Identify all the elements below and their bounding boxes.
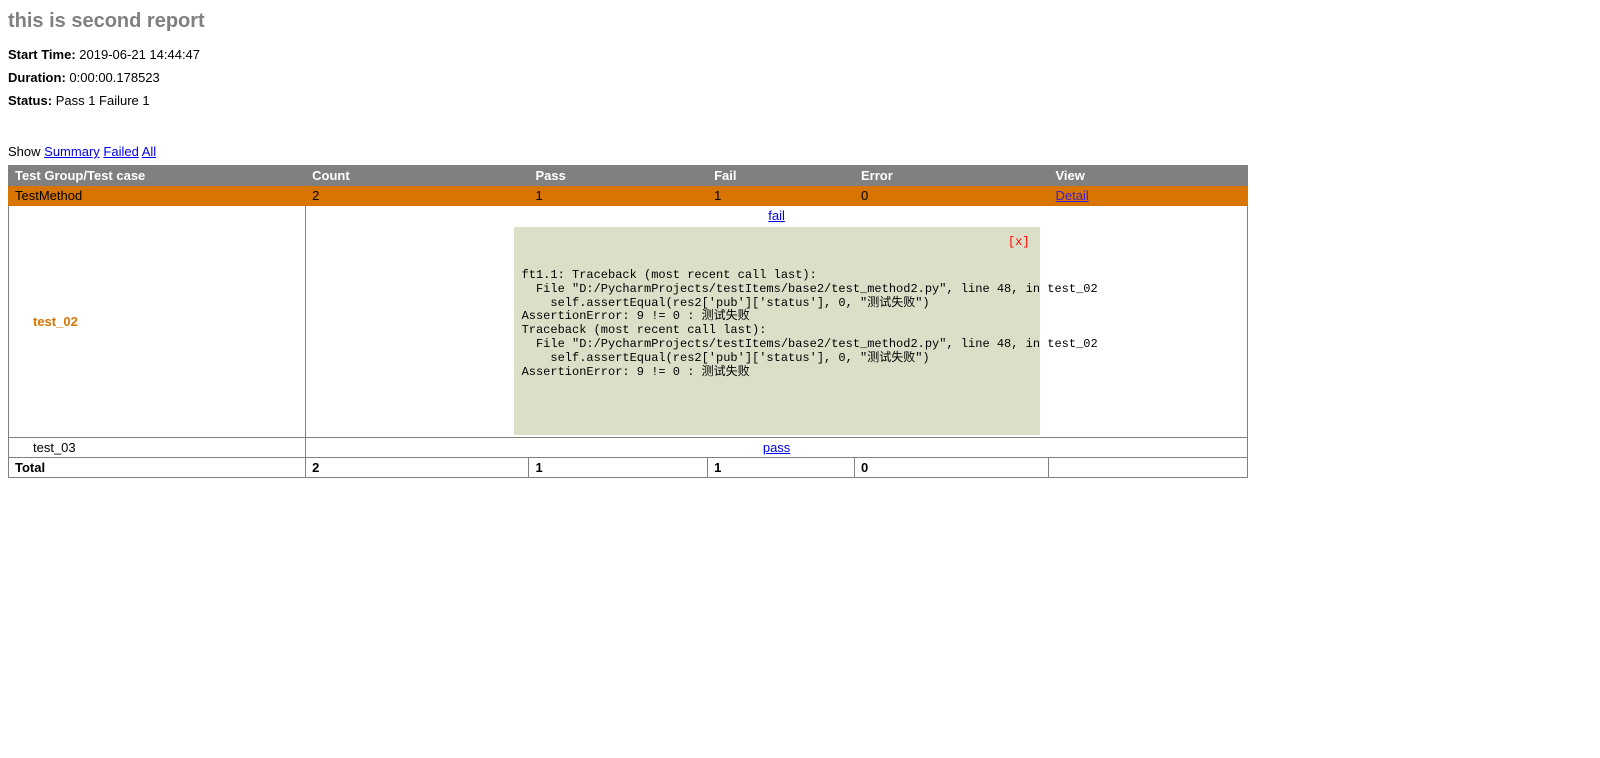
traceback-text: ft1.1: Traceback (most recent call last)… — [522, 269, 1032, 379]
group-count: 2 — [306, 186, 529, 206]
test-name-fail: test_02 — [15, 314, 78, 329]
traceback-box: [x] ft1.1: Traceback (most recent call l… — [514, 227, 1040, 435]
test-row-pass: test_03 pass — [9, 438, 1248, 458]
start-time-value: 2019-06-21 14:44:47 — [79, 47, 200, 62]
total-pass: 1 — [529, 458, 708, 478]
header-name: Test Group/Test case — [9, 166, 306, 186]
group-error: 0 — [854, 186, 1049, 206]
status-label: Status: — [8, 93, 52, 108]
test-name-cell: test_03 — [9, 438, 306, 458]
total-label: Total — [9, 458, 306, 478]
filter-summary-link[interactable]: Summary — [44, 144, 100, 159]
test-result-cell: fail [x] ft1.1: Traceback (most recent c… — [306, 206, 1248, 438]
start-time-label: Start Time: — [8, 47, 76, 62]
group-row: TestMethod 2 1 1 0 Detail — [9, 186, 1248, 206]
total-error: 0 — [854, 458, 1049, 478]
filter-line: Show Summary Failed All — [8, 144, 1592, 159]
duration-line: Duration: 0:00:00.178523 — [8, 70, 1592, 85]
status-value: Pass 1 Failure 1 — [56, 93, 150, 108]
group-pass: 1 — [529, 186, 708, 206]
start-time-line: Start Time: 2019-06-21 14:44:47 — [8, 47, 1592, 62]
status-line: Status: Pass 1 Failure 1 — [8, 93, 1592, 108]
group-name: TestMethod — [9, 186, 306, 206]
header-row: Test Group/Test case Count Pass Fail Err… — [9, 166, 1248, 186]
header-count: Count — [306, 166, 529, 186]
total-count: 2 — [306, 458, 529, 478]
test-name-pass: test_03 — [15, 440, 76, 455]
report-title: this is second report — [8, 10, 1592, 33]
header-pass: Pass — [529, 166, 708, 186]
header-error: Error — [854, 166, 1049, 186]
total-fail: 1 — [708, 458, 855, 478]
close-icon[interactable]: [x] — [1008, 235, 1030, 249]
filter-failed-link[interactable]: Failed — [103, 144, 138, 159]
header-fail: Fail — [708, 166, 855, 186]
test-row-fail: test_02 fail [x] ft1.1: Traceback (most … — [9, 206, 1248, 438]
header-view: View — [1049, 166, 1248, 186]
group-fail: 1 — [708, 186, 855, 206]
filter-all-link[interactable]: All — [142, 144, 156, 159]
results-table: Test Group/Test case Count Pass Fail Err… — [8, 165, 1248, 478]
test-name-cell: test_02 — [9, 206, 306, 438]
pass-status-link[interactable]: pass — [763, 440, 790, 455]
group-view-cell: Detail — [1049, 186, 1248, 206]
total-row: Total 2 1 1 0 — [9, 458, 1248, 478]
total-view — [1049, 458, 1248, 478]
test-result-cell: pass — [306, 438, 1248, 458]
show-label: Show — [8, 144, 41, 159]
duration-value: 0:00:00.178523 — [69, 70, 159, 85]
group-detail-link[interactable]: Detail — [1055, 188, 1088, 203]
duration-label: Duration: — [8, 70, 66, 85]
fail-status-link[interactable]: fail — [768, 208, 785, 223]
